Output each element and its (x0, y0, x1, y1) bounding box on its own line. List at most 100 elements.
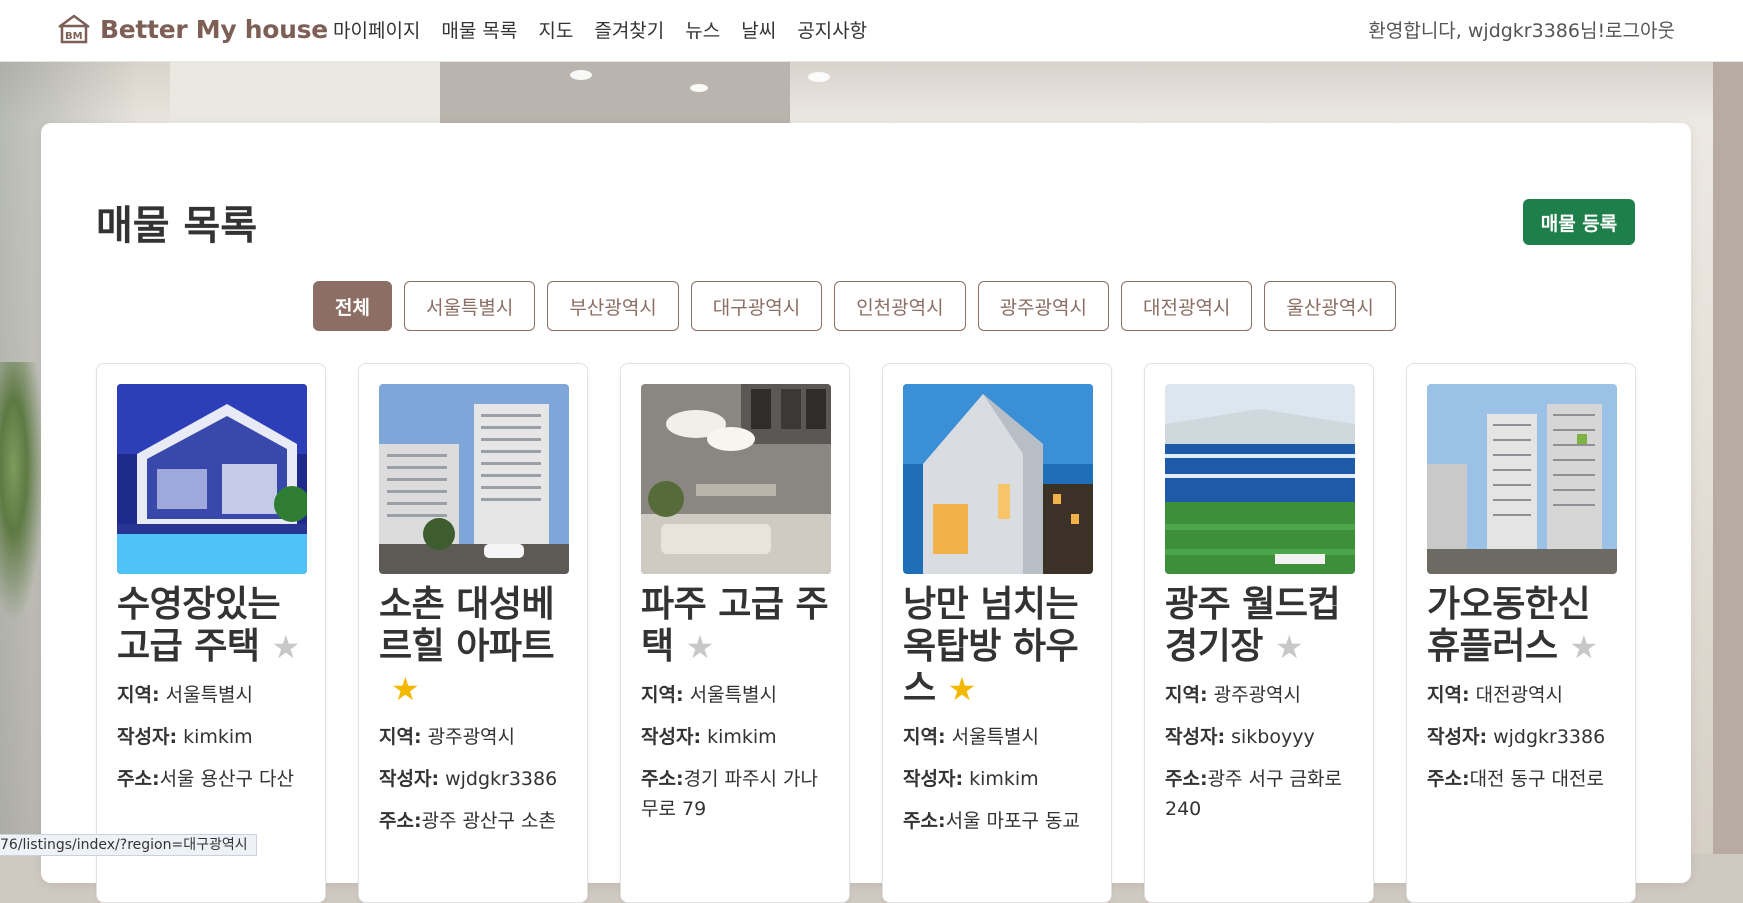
region-value: 대전광역시 (1475, 684, 1564, 706)
region-value: 광주광역시 (1213, 684, 1302, 706)
listing-title-text[interactable]: 광주 월드컵 경기장 (1165, 584, 1341, 667)
author-label: 작성자: (903, 768, 964, 790)
listing-card[interactable]: 낭만 넘치는 옥탑방 하우스 ★ 지역: 서울특별시 작성자: kimkim 주소… (882, 363, 1112, 903)
favorite-star-icon[interactable]: ★ (1569, 628, 1598, 666)
background-light (690, 84, 708, 92)
listing-card[interactable]: 파주 고급 주택 ★ 지역: 서울특별시 작성자: kimkim 주소:경기 파주… (620, 363, 850, 903)
add-listing-button[interactable]: 매물 등록 (1523, 199, 1635, 245)
listings-panel: 매물 목록 매물 등록 전체 서울특별시 부산광역시 대구광역시 인천광역시 광… (41, 123, 1691, 903)
listing-title[interactable]: 소촌 대성베르힐 아파트★ (379, 584, 567, 710)
background-plant (0, 362, 45, 622)
region-value: 서울특별시 (165, 684, 254, 706)
author-value: kimkim (707, 726, 777, 748)
svg-text:BM: BM (65, 31, 83, 42)
listing-title-text[interactable]: 소촌 대성베르힐 아파트 (379, 584, 555, 667)
listing-photo[interactable] (1427, 384, 1617, 574)
background-light (570, 70, 592, 80)
listing-author: 작성자: sikboyyy (1165, 722, 1353, 752)
author-value: wjdgkr3386 (445, 768, 558, 790)
listing-title[interactable]: 파주 고급 주택 ★ (641, 584, 829, 668)
region-value: 서울특별시 (951, 726, 1040, 748)
link-hover-status: 76/listings/index/?region=대구광역시 (0, 834, 257, 856)
background-ceiling (170, 62, 440, 124)
welcome-area: 환영합니다, wjdgkr3386님!로그아웃 (1368, 16, 1675, 43)
region-label: 지역: (641, 684, 684, 706)
favorite-star-icon[interactable]: ★ (391, 670, 420, 708)
nav-weather[interactable]: 날씨 (741, 16, 776, 43)
address-value: 서울 용산구 다산 (159, 768, 295, 790)
author-label: 작성자: (1165, 726, 1226, 748)
listing-region: 지역: 대전광역시 (1427, 680, 1615, 710)
listing-title-text[interactable]: 가오동한신휴플러스 (1427, 584, 1591, 667)
listing-photo[interactable] (117, 384, 307, 574)
favorite-star-icon[interactable]: ★ (1275, 628, 1304, 666)
nav-news[interactable]: 뉴스 (685, 16, 720, 43)
listing-region: 지역: 서울특별시 (117, 680, 305, 710)
nav-listings[interactable]: 매물 목록 (441, 16, 517, 43)
listing-address: 주소:서울 마포구 동교 (903, 806, 1091, 836)
listing-photo[interactable] (1165, 384, 1355, 574)
author-value: kimkim (969, 768, 1039, 790)
main-nav: 마이페이지 매물 목록 지도 즐겨찾기 뉴스 날씨 공지사항 (333, 16, 888, 43)
listing-card[interactable]: 소촌 대성베르힐 아파트★ 지역: 광주광역시 작성자: wjdgkr3386 … (358, 363, 588, 903)
listing-title[interactable]: 수영장있는 고급 주택 ★ (117, 584, 305, 668)
listing-region: 지역: 서울특별시 (641, 680, 829, 710)
listing-address: 주소:광주 광산구 소촌 (379, 806, 567, 836)
listing-card[interactable]: 가오동한신휴플러스 ★ 지역: 대전광역시 작성자: wjdgkr3386 주소:… (1406, 363, 1636, 903)
author-label: 작성자: (1427, 726, 1488, 748)
filter-incheon[interactable]: 인천광역시 (834, 281, 966, 331)
listing-address: 주소:대전 동구 대전로 (1427, 764, 1615, 794)
filter-ulsan[interactable]: 울산광역시 (1264, 281, 1396, 331)
listing-card[interactable]: 수영장있는 고급 주택 ★ 지역: 서울특별시 작성자: kimkim 주소:서울… (96, 363, 326, 903)
region-label: 지역: (117, 684, 160, 706)
welcome-text: 환영합니다, wjdgkr3386님! (1368, 20, 1606, 42)
listing-photo[interactable] (641, 384, 831, 574)
region-label: 지역: (1165, 684, 1208, 706)
author-value: sikboyyy (1231, 726, 1315, 748)
listing-title-text[interactable]: 낭만 넘치는 옥탑방 하우스 (903, 584, 1079, 709)
listing-card[interactable]: 광주 월드컵 경기장 ★ 지역: 광주광역시 작성자: sikboyyy 주소:광… (1144, 363, 1374, 903)
author-value: kimkim (183, 726, 253, 748)
favorite-star-icon[interactable]: ★ (948, 670, 977, 708)
filter-daegu[interactable]: 대구광역시 (690, 281, 823, 331)
address-label: 주소: (641, 768, 684, 790)
background-ceiling (440, 62, 790, 124)
region-value: 광주광역시 (427, 726, 516, 748)
address-label: 주소: (1165, 768, 1208, 790)
nav-notice[interactable]: 공지사항 (797, 16, 867, 43)
nav-favorites[interactable]: 즐겨찾기 (594, 16, 664, 43)
nav-mypage[interactable]: 마이페이지 (333, 16, 420, 43)
filter-gwangju[interactable]: 광주광역시 (977, 281, 1109, 331)
address-label: 주소: (379, 810, 422, 832)
region-label: 지역: (903, 726, 946, 748)
listing-photo[interactable] (903, 384, 1093, 574)
favorite-star-icon[interactable]: ★ (272, 628, 301, 666)
listing-title[interactable]: 광주 월드컵 경기장 ★ (1165, 584, 1353, 668)
filter-all[interactable]: 전체 (313, 281, 392, 331)
filter-seoul[interactable]: 서울특별시 (403, 281, 536, 331)
logout-link[interactable]: 로그아웃 (1605, 20, 1675, 42)
listing-title-text[interactable]: 파주 고급 주택 (641, 584, 829, 667)
brand[interactable]: BM Better My house (56, 13, 328, 45)
listing-photo[interactable] (379, 384, 569, 574)
house-logo-icon: BM (58, 14, 90, 44)
listing-region: 지역: 광주광역시 (1165, 680, 1353, 710)
filter-busan[interactable]: 부산광역시 (547, 281, 679, 331)
listing-address: 주소:경기 파주시 가나무로 79 (641, 764, 829, 824)
favorite-star-icon[interactable]: ★ (686, 628, 715, 666)
region-filter-group: 전체 서울특별시 부산광역시 대구광역시 인천광역시 광주광역시 대전광역시 울… (313, 281, 1408, 331)
listing-author: 작성자: kimkim (117, 722, 305, 752)
author-label: 작성자: (641, 726, 702, 748)
listing-title[interactable]: 낭만 넘치는 옥탑방 하우스 ★ (903, 584, 1091, 710)
listing-region: 지역: 서울특별시 (903, 722, 1091, 752)
background-light (808, 72, 830, 82)
listing-title[interactable]: 가오동한신휴플러스 ★ (1427, 584, 1615, 668)
listing-address: 주소:광주 서구 금화로 240 (1165, 764, 1353, 824)
filter-daejeon[interactable]: 대전광역시 (1121, 281, 1253, 331)
listing-author: 작성자: kimkim (641, 722, 829, 752)
nav-map[interactable]: 지도 (538, 16, 573, 43)
listing-region: 지역: 광주광역시 (379, 722, 567, 752)
listing-title-text[interactable]: 수영장있는 고급 주택 (117, 584, 281, 667)
address-label: 주소: (117, 768, 160, 790)
brand-name[interactable]: Better My house (100, 15, 328, 44)
